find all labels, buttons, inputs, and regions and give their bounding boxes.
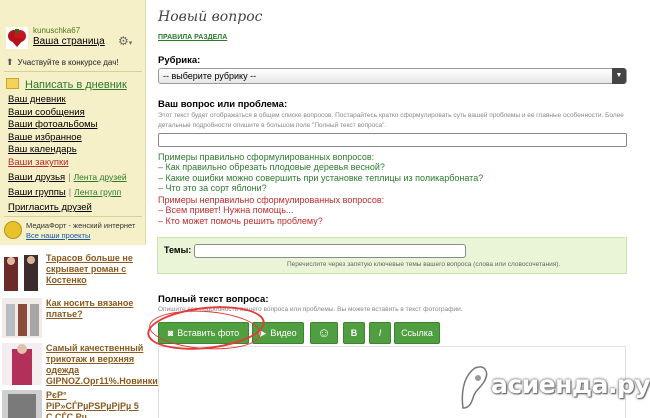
rubric-select[interactable]: -- выберите рубрику -- ▼ bbox=[158, 68, 627, 84]
news-thumbnail[interactable] bbox=[2, 253, 42, 293]
themes-panel: Темы: Перечислите через запятую ключевые… bbox=[157, 237, 627, 274]
sidebar-item-albums[interactable]: Ваши фотоальбомы bbox=[8, 119, 97, 132]
avatar[interactable] bbox=[6, 27, 28, 49]
sidebar-item-purchases[interactable]: Ваши закупки bbox=[8, 157, 97, 170]
smile-button[interactable]: ☺ bbox=[310, 322, 338, 344]
news-thumbnail[interactable] bbox=[2, 390, 42, 418]
invite-friends-link[interactable]: Пригласить друзей bbox=[8, 202, 92, 213]
sidebar-social-nav: Ваши друзья | Лента друзей Ваши группы | Лен… bbox=[8, 170, 127, 200]
bold-button[interactable]: B bbox=[343, 322, 365, 344]
italic-button[interactable]: I bbox=[369, 322, 391, 344]
bad-examples-list: – Всем привет! Нужна помощь... – Кто мож… bbox=[158, 205, 323, 226]
news-title[interactable]: РєР° РiР»СЃРµРЅРµРјРµ 5 С,СЃС,Рµ bbox=[46, 390, 144, 418]
divider bbox=[4, 216, 142, 217]
smile-icon: ☺ bbox=[317, 325, 331, 340]
list-item: – Как правильно обрезать плодовые деревь… bbox=[158, 162, 385, 172]
rubric-label: Рубрика: bbox=[158, 55, 201, 66]
list-item: – Какие ошибки можно совершить при устан… bbox=[158, 172, 484, 183]
list-item: – Что это за сорт яблони? bbox=[158, 183, 267, 193]
news-title[interactable]: Самый качественный трикотаж и верхняя од… bbox=[46, 343, 161, 387]
rubric-select-value: -- выберите рубрику -- bbox=[163, 71, 257, 81]
list-item: – Кто может помочь решить проблему? bbox=[158, 215, 323, 226]
news-title[interactable]: Как носить вязаное платье? bbox=[46, 298, 144, 320]
question-label: Ваш вопрос или проблема: bbox=[158, 99, 288, 110]
sidebar-item-messages[interactable]: Ваши сообщения bbox=[8, 107, 97, 120]
question-hint: Этот текст будет отображаться в общем сп… bbox=[158, 112, 624, 129]
mediafort-logo[interactable] bbox=[4, 221, 22, 239]
mediafort-text: МедиаФорт - женский интернет bbox=[26, 221, 136, 230]
watermark: асиенда.ру bbox=[455, 360, 650, 412]
news-title[interactable]: Тарасов больше не скрывает роман с Косте… bbox=[46, 253, 144, 286]
themes-hint: Перечислите через запятую ключевые темы … bbox=[287, 261, 561, 268]
my-page-link[interactable]: Ваша страница bbox=[33, 36, 105, 47]
gear-icon[interactable]: ⚙▾ bbox=[118, 34, 132, 48]
friends-feed-link[interactable]: Лента друзей bbox=[74, 172, 127, 182]
sidebar-item-groups[interactable]: Ваши группы bbox=[8, 187, 66, 198]
upload-icon: ⬆ bbox=[6, 57, 14, 67]
profile-block: kunuschka67 Ваша страница ⚙▾ bbox=[0, 22, 146, 53]
link-button[interactable]: Ссылка bbox=[394, 322, 440, 344]
news-thumbnail[interactable] bbox=[2, 298, 42, 338]
themes-input[interactable] bbox=[194, 244, 466, 258]
full-text-label: Полный текст вопроса: bbox=[158, 294, 269, 305]
contest-link[interactable]: ⬆ Участвуйте в конкурсе дач! bbox=[6, 57, 119, 68]
themes-label: Темы: bbox=[164, 245, 192, 255]
mediafort-projects-link[interactable]: Все наши проекты bbox=[26, 231, 90, 240]
groups-feed-link[interactable]: Лента групп bbox=[74, 187, 121, 197]
pencil-icon bbox=[6, 78, 19, 89]
groups-row: Ваши группы | Лента групп bbox=[8, 187, 122, 198]
leaf-logo-icon bbox=[461, 366, 488, 409]
sidebar-item-friends[interactable]: Ваши друзья bbox=[8, 172, 65, 183]
sidebar-item-calendar[interactable]: Ваш календарь bbox=[8, 144, 97, 157]
sidebar-item-favorites[interactable]: Ваше избранное bbox=[8, 132, 97, 145]
friends-row: Ваши друзья | Лента друзей bbox=[8, 172, 127, 183]
rules-link[interactable]: ПРАВИЛА РАЗДЕЛА bbox=[158, 34, 227, 41]
divider bbox=[4, 71, 142, 72]
write-diary-link[interactable]: Написать в дневник bbox=[6, 78, 127, 91]
sidebar: kunuschka67 Ваша страница ⚙▾ ⬆ Участвуйте… bbox=[0, 0, 161, 418]
question-input[interactable] bbox=[158, 133, 627, 147]
news-feed: Тарасов больше не скрывает роман с Косте… bbox=[0, 245, 161, 418]
watermark-text: асиенда.ру bbox=[491, 370, 650, 399]
page-title: Новый вопрос bbox=[158, 9, 263, 25]
sidebar-nav: Ваш дневник Ваши сообщения Ваши фотоальб… bbox=[8, 94, 97, 170]
chevron-down-icon: ▼ bbox=[612, 68, 626, 84]
news-thumbnail[interactable] bbox=[2, 343, 42, 385]
good-examples-list: – Как правильно обрезать плодовые деревь… bbox=[158, 162, 483, 194]
username[interactable]: kunuschka67 bbox=[33, 26, 80, 35]
sidebar-item-diary[interactable]: Ваш дневник bbox=[8, 94, 97, 107]
list-item: – Всем привет! Нужна помощь... bbox=[158, 205, 294, 215]
